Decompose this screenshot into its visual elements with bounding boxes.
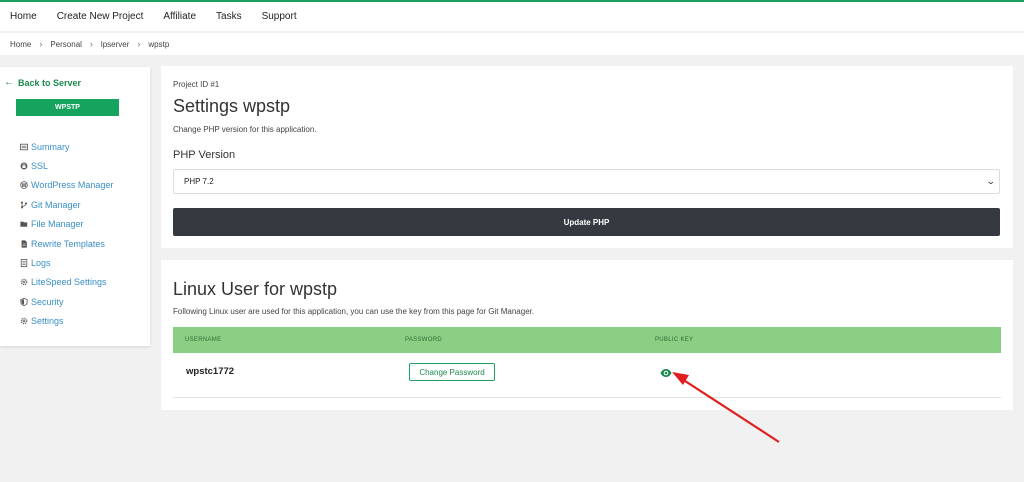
username-value: wpstc1772 — [186, 366, 235, 377]
svg-text:W: W — [21, 183, 27, 189]
sidebar-item-file-manager[interactable]: File Manager — [19, 215, 113, 234]
change-password-button[interactable]: Change Password — [409, 363, 495, 381]
sidebar-item-ssl[interactable]: SSL — [19, 156, 113, 175]
sidebar-menu: Summary SSL W WordPress Manager Git Mana… — [19, 137, 113, 331]
logs-icon — [19, 259, 28, 268]
gear-icon — [19, 278, 28, 287]
table-header: USERNAME PASSWORD PUBLIC KEY — [173, 327, 1001, 353]
php-version-select[interactable]: PHP 7.2 ⌄ — [173, 169, 1000, 194]
back-label: Back to Server — [18, 77, 82, 88]
breadcrumb: Home › Personal › lpserver › wpstp — [0, 33, 1024, 55]
sidebar-item-label: Settings — [31, 316, 64, 327]
breadcrumb-current: wpstp — [148, 39, 170, 49]
sidebar-item-label: Rewrite Templates — [31, 238, 105, 249]
sidebar-item-label: Security — [31, 296, 64, 307]
sidebar-item-logs[interactable]: Logs — [19, 253, 113, 272]
settings-card: Project ID #1 Settings wpstp Change PHP … — [161, 66, 1013, 248]
breadcrumb-chevron-icon: › — [39, 39, 43, 49]
sidebar-item-label: File Manager — [31, 219, 84, 230]
linux-user-title: Linux User for wpstp — [173, 279, 338, 299]
php-version-selected: PHP 7.2 — [184, 177, 214, 186]
sidebar-item-label: WordPress Manager — [31, 180, 114, 191]
file-icon — [19, 239, 28, 248]
linux-user-description: Following Linux user are used for this a… — [173, 307, 535, 316]
breadcrumb-chevron-icon: › — [137, 39, 141, 49]
sidebar-item-label: LiteSpeed Settings — [31, 277, 107, 288]
sidebar: ← Back to Server WPSTP Summary SSL W Wor… — [0, 67, 150, 346]
shield-icon — [19, 297, 28, 306]
nav-home[interactable]: Home — [10, 2, 37, 31]
nav-support[interactable]: Support — [262, 2, 297, 31]
git-branch-icon — [19, 200, 28, 209]
gear-icon — [19, 317, 28, 326]
breadcrumb-chevron-icon: › — [89, 39, 93, 49]
page-title: Settings wpstp — [173, 96, 291, 116]
chevron-down-icon: ⌄ — [986, 176, 997, 186]
eye-icon[interactable] — [660, 365, 672, 377]
update-php-button[interactable]: Update PHP — [173, 208, 1000, 236]
sidebar-item-rewrite-templates[interactable]: Rewrite Templates — [19, 234, 113, 253]
folder-open-icon — [19, 220, 28, 229]
sidebar-item-label: SSL — [31, 161, 49, 172]
top-navbar: Home Create New Project Affiliate Tasks … — [0, 0, 1024, 31]
arrow-left-icon: ← — [4, 77, 14, 88]
sidebar-item-wordpress-manager[interactable]: W WordPress Manager — [19, 176, 113, 195]
lock-icon — [19, 162, 28, 171]
app-name-badge[interactable]: WPSTP — [16, 99, 119, 116]
nav-affiliate[interactable]: Affiliate — [163, 2, 196, 31]
column-password: PASSWORD — [405, 337, 442, 343]
breadcrumb-home[interactable]: Home — [10, 40, 31, 49]
table-row: wpstc1772 Change Password — [173, 353, 1001, 398]
list-icon — [19, 142, 28, 151]
sidebar-item-label: Git Manager — [31, 199, 81, 210]
nav-create-new-project[interactable]: Create New Project — [57, 2, 144, 31]
sidebar-item-label: Summary — [31, 141, 70, 152]
sidebar-item-settings[interactable]: Settings — [19, 312, 113, 331]
sidebar-item-git-manager[interactable]: Git Manager — [19, 195, 113, 214]
top-nav: Home Create New Project Affiliate Tasks … — [0, 2, 1024, 31]
breadcrumb-personal[interactable]: Personal — [50, 40, 82, 49]
settings-description: Change PHP version for this application. — [173, 125, 317, 134]
project-id: Project ID #1 — [173, 80, 220, 89]
sidebar-item-security[interactable]: Security — [19, 292, 113, 311]
sidebar-item-litespeed-settings[interactable]: LiteSpeed Settings — [19, 273, 113, 292]
column-username: USERNAME — [185, 337, 222, 343]
column-public-key: PUBLIC KEY — [655, 337, 694, 343]
nav-tasks[interactable]: Tasks — [216, 2, 242, 31]
breadcrumb-server[interactable]: lpserver — [101, 40, 129, 49]
linux-user-card: Linux User for wpstp Following Linux use… — [161, 260, 1013, 410]
wordpress-icon: W — [19, 181, 28, 190]
php-version-label: PHP Version — [173, 149, 236, 161]
sidebar-item-summary[interactable]: Summary — [19, 137, 113, 156]
sidebar-item-label: Logs — [31, 258, 51, 269]
back-to-server-link[interactable]: ← Back to Server — [4, 77, 81, 88]
